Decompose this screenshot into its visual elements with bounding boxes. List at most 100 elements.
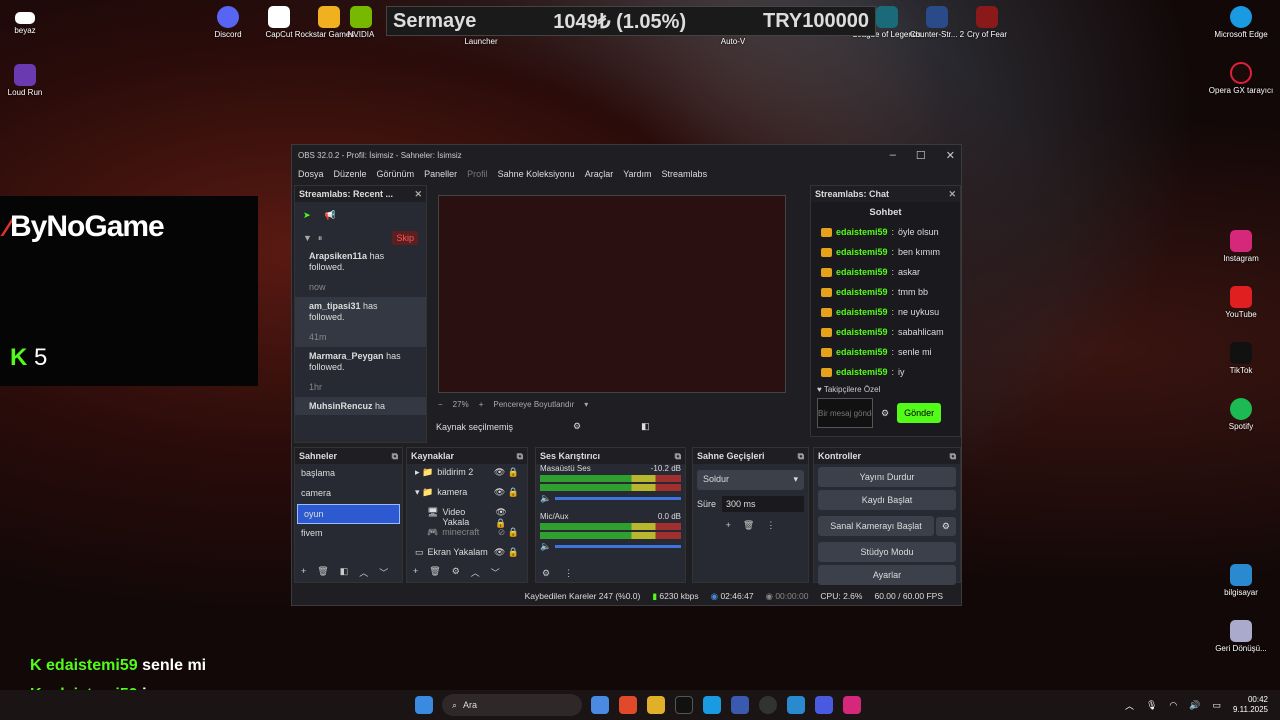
teams-icon[interactable] bbox=[815, 696, 833, 714]
edge-icon[interactable] bbox=[703, 696, 721, 714]
scene-item[interactable]: başlama bbox=[295, 464, 402, 484]
desktop-icon-computer[interactable]: bilgisayar bbox=[1206, 564, 1276, 597]
maximize-icon[interactable]: ☐ bbox=[916, 149, 926, 162]
menu-icon[interactable]: ⋮ bbox=[564, 568, 573, 579]
close-icon[interactable]: ✕ bbox=[414, 189, 422, 200]
app-icon[interactable] bbox=[787, 696, 805, 714]
send-icon[interactable]: ➤ bbox=[303, 210, 311, 221]
chat-tab[interactable]: Sohbet bbox=[811, 202, 960, 221]
up-icon[interactable]: ︿ bbox=[471, 566, 480, 579]
store-icon[interactable] bbox=[731, 696, 749, 714]
volume-icon[interactable]: 🔊 bbox=[1189, 700, 1200, 711]
scene-item[interactable]: camera bbox=[295, 484, 402, 504]
add-icon[interactable]: + bbox=[413, 566, 418, 579]
gear-icon[interactable]: ⚙ bbox=[881, 408, 889, 419]
up-icon[interactable]: ︿ bbox=[359, 566, 368, 579]
obs-titlebar[interactable]: OBS 32.0.2 - Profil: İsimsiz - Sahneler:… bbox=[292, 145, 961, 165]
wifi-icon[interactable]: ◠ bbox=[1169, 700, 1177, 711]
stream-preview[interactable] bbox=[438, 195, 786, 393]
instagram-icon[interactable] bbox=[843, 696, 861, 714]
desktop-icon-instagram[interactable]: Instagram bbox=[1206, 230, 1276, 263]
desktop-icon-beyaz[interactable]: beyaz bbox=[0, 12, 60, 35]
source-item[interactable]: 🖥 Video Yakala 👁 🔒 bbox=[407, 504, 527, 528]
start-virtual-camera-button[interactable]: Sanal Kamerayı Başlat bbox=[818, 516, 934, 536]
add-icon[interactable]: + bbox=[726, 520, 731, 531]
taskbar-search[interactable]: ⌕ Ara bbox=[442, 694, 582, 716]
menu-icon[interactable]: ⋮ bbox=[766, 520, 775, 531]
reddit-icon[interactable] bbox=[619, 696, 637, 714]
start-icon[interactable] bbox=[415, 696, 433, 714]
settings-icon[interactable] bbox=[591, 696, 609, 714]
speaker-icon[interactable]: 🔈 bbox=[540, 493, 551, 504]
filter-icon[interactable]: ▼ bbox=[303, 233, 312, 243]
speaker-icon[interactable]: 🔈 bbox=[540, 541, 551, 552]
filter-icon[interactable]: ◧ bbox=[340, 566, 349, 579]
menu-paneller[interactable]: Paneller bbox=[424, 169, 457, 179]
desktop-icon-tiktok[interactable]: TikTok bbox=[1206, 342, 1276, 375]
mic-icon[interactable]: 🎙 bbox=[1146, 700, 1157, 711]
menu-araclar[interactable]: Araçlar bbox=[585, 169, 614, 179]
down-icon[interactable]: ﹀ bbox=[491, 566, 500, 579]
desktop-icon-cry-of-fear[interactable]: Cry of Fear bbox=[952, 6, 1022, 39]
studio-mode-button[interactable]: Stüdyo Modu bbox=[818, 542, 956, 562]
trash-icon[interactable]: 🗑 bbox=[429, 566, 440, 579]
gear-icon[interactable]: ⚙ bbox=[452, 566, 460, 579]
skip-button[interactable]: Skip bbox=[392, 231, 418, 245]
menu-gorunum[interactable]: Görünüm bbox=[377, 169, 415, 179]
stop-stream-button[interactable]: Yayını Durdur bbox=[818, 467, 956, 487]
volume-slider[interactable] bbox=[555, 497, 681, 500]
desktop-icon-nvidia[interactable]: NVIDIA bbox=[336, 6, 386, 39]
desktop-icon-opera-gx[interactable]: Opera GX tarayıcı bbox=[1206, 62, 1276, 95]
pause-icon[interactable]: ⏸ bbox=[318, 233, 323, 244]
close-icon[interactable]: ✕ bbox=[946, 149, 955, 162]
source-item[interactable]: 🎮 minecraft ⊘ 🔒 bbox=[407, 524, 527, 544]
send-button[interactable]: Gönder bbox=[897, 403, 942, 423]
desktop-icon-edge[interactable]: Microsoft Edge bbox=[1206, 6, 1276, 39]
duration-input[interactable]: 300 ms bbox=[722, 496, 804, 512]
menu-duzenle[interactable]: Düzenle bbox=[334, 169, 367, 179]
clock[interactable]: 00:42 9.11.2025 bbox=[1233, 695, 1268, 715]
battery-icon[interactable]: ▭ bbox=[1212, 700, 1221, 711]
obs-icon[interactable] bbox=[759, 696, 777, 714]
scene-item[interactable]: fivem bbox=[295, 524, 402, 544]
volume-slider[interactable] bbox=[555, 545, 681, 548]
chat-message: edaistemi59: ne uykusu bbox=[821, 303, 950, 321]
folder-icon[interactable] bbox=[647, 696, 665, 714]
desktop-icon-auto-v[interactable]: Auto-V bbox=[698, 37, 768, 46]
desktop-icon-recycle-bin[interactable]: Geri Dönüşü... bbox=[1206, 620, 1276, 653]
trash-icon[interactable]: 🗑 bbox=[317, 566, 328, 579]
trash-icon[interactable]: 🗑 bbox=[743, 520, 754, 531]
desktop-icon-spotify[interactable]: Spotify bbox=[1206, 398, 1276, 431]
close-icon[interactable]: ✕ bbox=[948, 189, 956, 200]
down-icon[interactable]: ﹀ bbox=[379, 566, 388, 579]
settings-button[interactable]: Ayarlar bbox=[818, 565, 956, 585]
menu-yardim[interactable]: Yardım bbox=[623, 169, 651, 179]
menu-sahne-koleksiyonu[interactable]: Sahne Koleksiyonu bbox=[498, 169, 575, 179]
gear-icon[interactable]: ⚙ bbox=[935, 516, 956, 536]
gear-icon[interactable]: ⚙ bbox=[573, 421, 581, 432]
source-item[interactable]: ▭ Ekran Yakalam 👁 🔒 bbox=[407, 544, 527, 564]
ticker-value: 1049₺ (1.05%) bbox=[553, 10, 687, 33]
filter-icon[interactable]: ◧ bbox=[641, 421, 650, 432]
transition-select[interactable]: Soldur ▾ bbox=[697, 470, 804, 490]
kick-viewer-count: K 5 bbox=[10, 344, 48, 371]
gear-icon[interactable]: ⚙ bbox=[542, 568, 550, 579]
scene-item-selected[interactable]: oyun bbox=[297, 504, 400, 524]
menu-streamlabs[interactable]: Streamlabs bbox=[662, 169, 708, 179]
add-icon[interactable]: + bbox=[301, 566, 306, 579]
source-item[interactable]: ▾ 📁 kamera 👁 🔒 bbox=[407, 484, 527, 504]
megaphone-icon[interactable]: 📢 bbox=[325, 210, 336, 221]
source-item[interactable]: ▸ 📁 bildirim 2 👁 🔒 bbox=[407, 464, 527, 484]
start-recording-button[interactable]: Kaydı Başlat bbox=[818, 490, 956, 510]
recent-tab-icons[interactable]: ➤ 📢 bbox=[295, 202, 426, 229]
menu-dosya[interactable]: Dosya bbox=[298, 169, 324, 179]
chat-message-input[interactable] bbox=[817, 398, 873, 428]
desktop-icon-launcher[interactable]: Launcher bbox=[446, 37, 516, 46]
fit-to-window[interactable]: Pencereye Boyutlandır bbox=[493, 400, 574, 409]
desktop-icon-loud-run[interactable]: Loud Run bbox=[0, 64, 60, 97]
desktop-icon-youtube[interactable]: YouTube bbox=[1206, 286, 1276, 319]
minimize-icon[interactable]: – bbox=[890, 149, 896, 162]
menu-profil[interactable]: Profil bbox=[467, 169, 488, 179]
x-icon[interactable] bbox=[675, 696, 693, 714]
chevron-up-icon[interactable]: ︿ bbox=[1125, 699, 1134, 712]
